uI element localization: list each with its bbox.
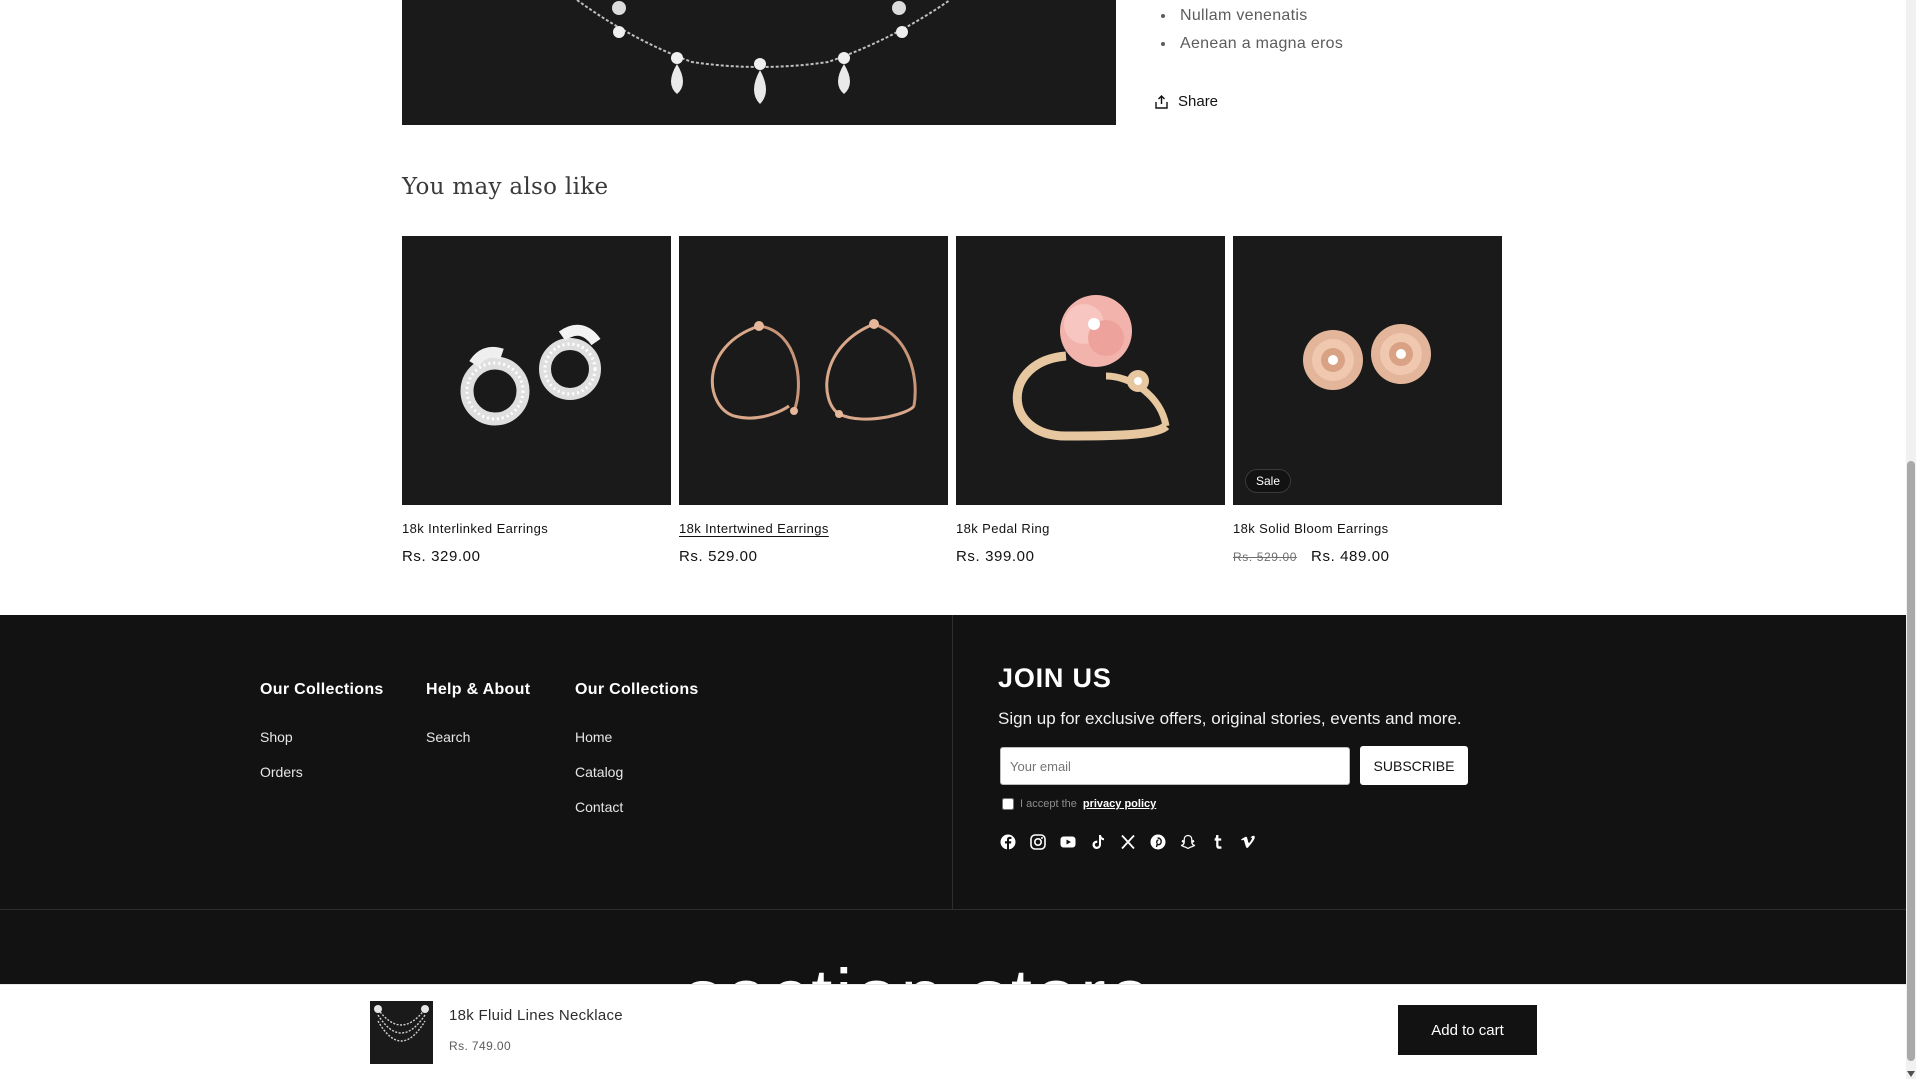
scroll-down-arrow-icon[interactable] xyxy=(1907,1071,1915,1077)
product-card-price: Rs. 529.00 Rs. 489.00 xyxy=(1233,548,1502,565)
newsletter-subtitle: Sign up for exclusive offers, original s… xyxy=(998,709,1462,728)
product-card[interactable]: Sale 18k Solid Bloom Earrings Rs. 529.00… xyxy=(1233,236,1502,565)
sticky-add-to-cart-bar: 18k Fluid Lines Necklace Rs. 749.00 Add … xyxy=(0,984,1906,1079)
solid-bloom-earrings-image xyxy=(1303,324,1431,390)
footer-divider xyxy=(0,909,1906,910)
product-feature-list: Nullam venenatis Aenean a magna eros xyxy=(1176,2,1343,58)
feature-item: Aenean a magna eros xyxy=(1176,30,1343,58)
necklace-image xyxy=(576,0,951,104)
page-scrollbar[interactable] xyxy=(1906,0,1916,1079)
newsletter-email-input[interactable] xyxy=(1000,747,1350,785)
footer-column-heading: Our Collections xyxy=(575,681,699,698)
intertwined-earrings-image xyxy=(710,319,917,421)
youtube-icon[interactable] xyxy=(1060,834,1076,850)
product-card-image[interactable] xyxy=(679,236,948,505)
footer-link-shop[interactable]: Shop xyxy=(260,729,384,745)
footer-column: Our Collections Shop Orders xyxy=(260,681,384,799)
share-label: Share xyxy=(1178,93,1219,110)
instagram-icon[interactable] xyxy=(1030,834,1046,850)
product-card-price: Rs. 399.00 xyxy=(956,548,1225,565)
scrollbar-thumb[interactable] xyxy=(1907,461,1915,1061)
necklace-thumbnail-image xyxy=(374,1005,429,1042)
social-links xyxy=(1000,834,1256,850)
footer-link-orders[interactable]: Orders xyxy=(260,764,384,780)
subscribe-button[interactable]: SUBSCRIBE xyxy=(1360,746,1468,785)
sticky-product-price: Rs. 749.00 xyxy=(449,1039,512,1053)
add-to-cart-button[interactable]: Add to cart xyxy=(1398,1005,1537,1055)
tiktok-icon[interactable] xyxy=(1090,834,1106,850)
product-card-price: Rs. 329.00 xyxy=(402,548,671,565)
product-card-title[interactable]: 18k Intertwined Earrings xyxy=(679,521,948,536)
compare-price: Rs. 529.00 xyxy=(1233,550,1298,564)
pinterest-icon[interactable] xyxy=(1150,834,1166,850)
sale-badge: Sale xyxy=(1245,469,1292,493)
sticky-product-name: 18k Fluid Lines Necklace xyxy=(449,1007,623,1024)
product-main-image[interactable] xyxy=(402,0,1116,125)
snapchat-icon[interactable] xyxy=(1180,834,1196,850)
product-card-title[interactable]: 18k Solid Bloom Earrings xyxy=(1233,521,1502,536)
product-card[interactable]: 18k Pedal Ring Rs. 399.00 xyxy=(956,236,1225,565)
newsletter-title: JOIN US xyxy=(998,663,1112,693)
privacy-policy-link[interactable]: privacy policy xyxy=(1083,798,1156,810)
footer-link-search[interactable]: Search xyxy=(426,729,530,745)
share-button[interactable]: Share xyxy=(1155,93,1218,110)
share-icon xyxy=(1155,94,1168,109)
price: Rs. 489.00 xyxy=(1311,548,1390,565)
related-products-grid: 18k Interlinked Earrings Rs. 329.00 18k … xyxy=(402,236,1502,565)
x-icon[interactable] xyxy=(1120,834,1136,850)
feature-item: Nullam venenatis xyxy=(1176,2,1343,30)
privacy-consent-checkbox[interactable] xyxy=(1002,798,1014,810)
product-card-title[interactable]: 18k Pedal Ring xyxy=(956,521,1225,536)
vimeo-icon[interactable] xyxy=(1240,834,1256,850)
footer-column-heading: Help & About xyxy=(426,681,531,698)
price: Rs. 529.00 xyxy=(679,548,758,565)
product-card-image[interactable] xyxy=(956,236,1225,505)
related-products-heading: You may also like xyxy=(402,174,609,200)
product-card-price: Rs. 529.00 xyxy=(679,548,948,565)
product-card-image[interactable]: Sale xyxy=(1233,236,1502,505)
price: Rs. 329.00 xyxy=(402,548,481,565)
product-card[interactable]: 18k Interlinked Earrings Rs. 329.00 xyxy=(402,236,671,565)
footer-column: Our Collections Home Catalog Contact xyxy=(575,681,699,834)
product-card-title[interactable]: 18k Interlinked Earrings xyxy=(402,521,671,536)
footer-column-heading: Our Collections xyxy=(260,681,384,698)
consent-text: I accept the xyxy=(1020,798,1077,810)
footer-divider xyxy=(952,615,953,909)
product-card[interactable]: 18k Intertwined Earrings Rs. 529.00 xyxy=(679,236,948,565)
interlinked-earrings-image xyxy=(460,324,601,426)
product-card-image[interactable] xyxy=(402,236,671,505)
footer-column: Help & About Search xyxy=(426,681,530,764)
footer-link-home[interactable]: Home xyxy=(575,729,699,745)
footer-link-contact[interactable]: Contact xyxy=(575,799,699,815)
footer-link-catalog[interactable]: Catalog xyxy=(575,764,699,780)
sticky-product-thumbnail xyxy=(370,1001,433,1064)
price: Rs. 399.00 xyxy=(956,548,1035,565)
privacy-consent[interactable]: I accept the privacy policy xyxy=(1002,798,1156,810)
pedal-ring-image xyxy=(1012,295,1170,441)
tumblr-icon[interactable] xyxy=(1210,834,1226,850)
facebook-icon[interactable] xyxy=(1000,834,1016,850)
